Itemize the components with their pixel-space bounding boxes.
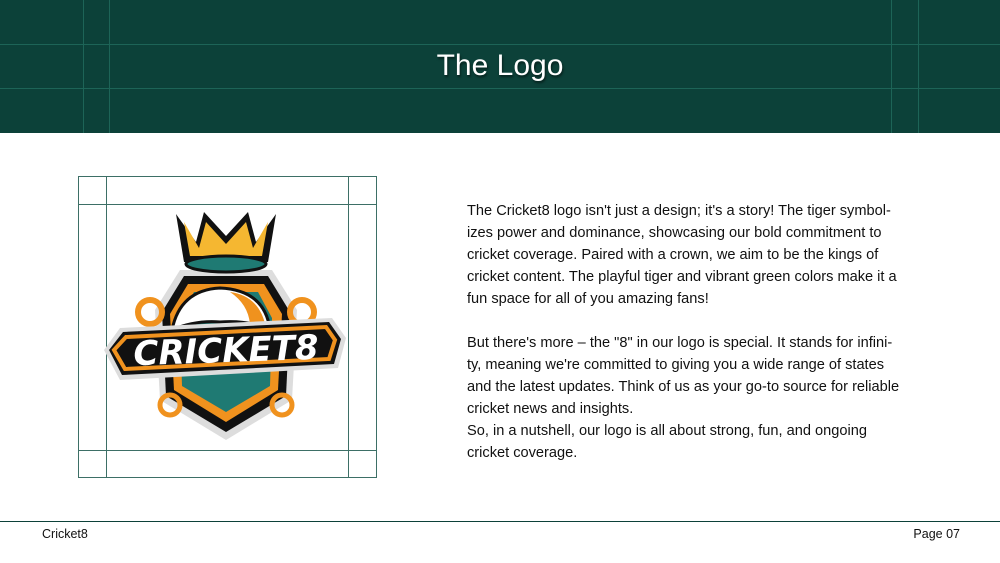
text-line: So, in a nutshell, our logo is all about… bbox=[467, 423, 867, 439]
text-line: The Cricket8 logo isn't just a design; i… bbox=[467, 203, 891, 219]
text-line: cricket content. The playful tiger and v… bbox=[467, 269, 897, 285]
text-line: fun space for all of you amazing fans! bbox=[467, 291, 709, 307]
footer-divider bbox=[0, 521, 1000, 522]
page-title: The Logo bbox=[436, 49, 564, 82]
guide-line bbox=[0, 44, 1000, 45]
page-number: Page 07 bbox=[913, 527, 960, 541]
text-line: cricket news and insights. bbox=[467, 401, 634, 417]
paragraph-2: But there's more – the "8" in our logo i… bbox=[467, 332, 937, 464]
text-line: cricket coverage. Paired with a crown, w… bbox=[467, 247, 879, 263]
logo-description: The Cricket8 logo isn't just a design; i… bbox=[467, 200, 937, 464]
header-banner: The Logo bbox=[0, 0, 1000, 133]
text-line: ty, meaning we're committed to giving yo… bbox=[467, 357, 885, 373]
text-line: But there's more – the "8" in our logo i… bbox=[467, 335, 893, 351]
logo-wordmark: CRICKET8 bbox=[133, 328, 319, 374]
text-line: cricket coverage. bbox=[467, 445, 578, 461]
guide-line bbox=[0, 88, 1000, 89]
paragraph-1: The Cricket8 logo isn't just a design; i… bbox=[467, 200, 937, 310]
text-line: izes power and dominance, showcasing our… bbox=[467, 225, 882, 241]
footer-brand: Cricket8 bbox=[42, 527, 88, 541]
text-line: and the latest updates. Think of us as y… bbox=[467, 379, 900, 395]
cricket8-logo: CRICKET8 bbox=[104, 212, 346, 440]
